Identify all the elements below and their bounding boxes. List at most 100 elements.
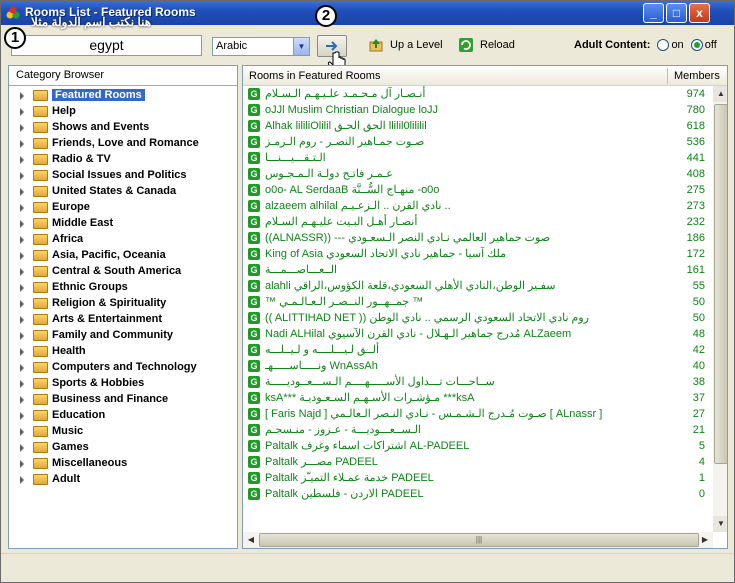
up-level-button[interactable]: Up a Level <box>368 37 443 53</box>
adult-off-radio[interactable] <box>690 39 703 52</box>
expand-arrow-icon[interactable] <box>20 92 24 100</box>
room-row[interactable]: G King of Asia ملك آسيا - جماهير نادي الا… <box>243 246 713 262</box>
expand-arrow-icon[interactable] <box>20 108 24 116</box>
room-row[interactable]: G عـمـر فاتـح دولـة الـمـجـوس 408 <box>243 166 713 182</box>
room-row[interactable]: G الـســعـــوديـــة - عـزوز - منـسجـم 21 <box>243 422 713 438</box>
room-name: عـمـر فاتـح دولـة الـمـجـوس <box>265 168 393 180</box>
room-row[interactable]: G أنصـار أهـل البـيت عليـهـم السـلام 232 <box>243 214 713 230</box>
category-item[interactable]: Shows and Events <box>9 119 237 135</box>
chevron-down-icon[interactable]: ▼ <box>293 38 309 55</box>
expand-arrow-icon[interactable] <box>20 252 24 260</box>
expand-arrow-icon[interactable] <box>20 476 24 484</box>
room-row[interactable]: G ونـــــاســـــهـ WnAssAh 40 <box>243 358 713 374</box>
expand-arrow-icon[interactable] <box>20 124 24 132</box>
room-row[interactable]: G Paltalk خدمة عمـلاء التميـّز PADEEL 1 <box>243 470 713 486</box>
vertical-scrollbar[interactable]: ▲ ▼ <box>713 86 727 532</box>
room-row[interactable]: Galahli سفـير الوطن،النادي الأهلي السعود… <box>243 278 713 294</box>
category-item[interactable]: Middle East <box>9 215 237 231</box>
expand-arrow-icon[interactable] <box>20 364 24 372</box>
expand-arrow-icon[interactable] <box>20 412 24 420</box>
room-row[interactable]: G Nadi ALHilal مُدرج جماهير الـهـلال - نا… <box>243 326 713 342</box>
room-row[interactable]: GksA*** مـؤشـرات الأسـهـم السـعـوديـة **… <box>243 390 713 406</box>
expand-arrow-icon[interactable] <box>20 332 24 340</box>
expand-arrow-icon[interactable] <box>20 172 24 180</box>
scroll-right-icon[interactable]: ▶ <box>697 532 713 548</box>
expand-arrow-icon[interactable] <box>20 220 24 228</box>
reload-button[interactable]: Reload <box>458 37 515 53</box>
room-row[interactable]: GoJJl Muslim Christian Dialogue loJJ 780 <box>243 102 713 118</box>
room-row[interactable]: G Paltalk اشتراكات اسماء وغرف AL-PADEEL 5 <box>243 438 713 454</box>
room-row[interactable]: G الـتـقـــيـــنـــا 441 <box>243 150 713 166</box>
expand-arrow-icon[interactable] <box>20 268 24 276</box>
category-item[interactable]: Help <box>9 103 237 119</box>
category-item[interactable]: Adult <box>9 471 237 487</box>
category-item[interactable]: Social Issues and Politics <box>9 167 237 183</box>
category-item[interactable]: Games <box>9 439 237 455</box>
horizontal-scrollbar[interactable]: ◀ ||| ▶ <box>243 532 713 548</box>
expand-arrow-icon[interactable] <box>20 284 24 292</box>
close-button[interactable]: x <box>689 3 710 23</box>
expand-arrow-icon[interactable] <box>20 428 24 436</box>
expand-arrow-icon[interactable] <box>20 156 24 164</box>
category-item[interactable]: Sports & Hobbies <box>9 375 237 391</box>
room-row[interactable]: G الــعـــاصـــمـــة 161 <box>243 262 713 278</box>
room-row[interactable]: G ألــق لـيـــلــــه و لـيــلـــه 42 <box>243 342 713 358</box>
category-item[interactable]: Asia, Pacific, Oceania <box>9 247 237 263</box>
category-item[interactable]: Education <box>9 407 237 423</box>
search-input[interactable]: egypt <box>11 35 202 56</box>
category-label: Music <box>52 425 84 437</box>
category-item[interactable]: Arts & Entertainment <box>9 311 237 327</box>
expand-arrow-icon[interactable] <box>20 396 24 404</box>
category-item[interactable]: Central & South America <box>9 263 237 279</box>
category-item[interactable]: Europe <box>9 199 237 215</box>
category-item[interactable]: United States & Canada <box>9 183 237 199</box>
expand-arrow-icon[interactable] <box>20 316 24 324</box>
category-item[interactable]: Radio & TV <box>9 151 237 167</box>
expand-arrow-icon[interactable] <box>20 348 24 356</box>
category-item[interactable]: Health <box>9 343 237 359</box>
category-item[interactable]: Featured Rooms <box>9 87 237 103</box>
maximize-button[interactable]: □ <box>666 3 687 23</box>
column-divider[interactable] <box>667 68 668 84</box>
room-row[interactable]: G ((ALNASSR)) --- صوت جماهير العالمي نـاد… <box>243 230 713 246</box>
room-row[interactable]: G ســاحـــات تـــداول الأســـــهــــم الـ… <box>243 374 713 390</box>
room-row[interactable]: Go0o- AL SerdaaB منهـاج السُّــنَّة -o0o… <box>243 182 713 198</box>
category-item[interactable]: Computers and Technology <box>9 359 237 375</box>
horizontal-scroll-thumb[interactable]: ||| <box>259 533 699 547</box>
column-header-rooms[interactable]: Rooms in Featured Rooms <box>249 70 380 82</box>
folder-icon <box>33 154 48 165</box>
column-header-members[interactable]: Members <box>674 70 720 82</box>
expand-arrow-icon[interactable] <box>20 460 24 468</box>
room-row[interactable]: G Paltalk الاردن - فلسطين PADEEL 0 <box>243 486 713 502</box>
expand-arrow-icon[interactable] <box>20 140 24 148</box>
scroll-down-icon[interactable]: ▼ <box>713 516 727 532</box>
category-item[interactable]: Music <box>9 423 237 439</box>
room-row[interactable]: Galzaeem alhilal نادي القرن .. الـزعـيـم… <box>243 198 713 214</box>
scroll-left-icon[interactable]: ◀ <box>243 532 259 548</box>
expand-arrow-icon[interactable] <box>20 188 24 196</box>
minimize-button[interactable]: _ <box>643 3 664 23</box>
language-select[interactable]: Arabic ▼ <box>212 37 310 56</box>
expand-arrow-icon[interactable] <box>20 444 24 452</box>
category-item[interactable]: Miscellaneous <box>9 455 237 471</box>
room-row[interactable]: G أنـصـار آل مـحـمـد علـيـهـم الـسـلام 974 <box>243 86 713 102</box>
room-row[interactable]: G [ Faris Najd ] صـوت مُـدرج الـشـمـس - ن… <box>243 406 713 422</box>
category-item[interactable]: Friends, Love and Romance <box>9 135 237 151</box>
scroll-up-icon[interactable]: ▲ <box>713 86 727 102</box>
room-row[interactable]: G Paltalk مصـــر PADEEL 4 <box>243 454 713 470</box>
category-item[interactable]: Family and Community <box>9 327 237 343</box>
category-item[interactable]: Religion & Spirituality <box>9 295 237 311</box>
room-row[interactable]: G صـوت جمـاهير النصـر - روم الـرمـز 536 <box>243 134 713 150</box>
expand-arrow-icon[interactable] <box>20 380 24 388</box>
expand-arrow-icon[interactable] <box>20 204 24 212</box>
room-row[interactable]: G Alhak lililiOlilil الحق الحـق llilil0li… <box>243 118 713 134</box>
room-row[interactable]: G ™ جمــهــور النــصـر الـعـالـمـي ™ 50 <box>243 294 713 310</box>
adult-on-radio[interactable] <box>657 39 670 52</box>
category-item[interactable]: Business and Finance <box>9 391 237 407</box>
room-row[interactable]: G (( ALITTIHAD NET )) روم نادي الاتحاد ال… <box>243 310 713 326</box>
category-item[interactable]: Africa <box>9 231 237 247</box>
expand-arrow-icon[interactable] <box>20 300 24 308</box>
category-item[interactable]: Ethnic Groups <box>9 279 237 295</box>
vertical-scroll-thumb[interactable] <box>714 104 727 464</box>
expand-arrow-icon[interactable] <box>20 236 24 244</box>
